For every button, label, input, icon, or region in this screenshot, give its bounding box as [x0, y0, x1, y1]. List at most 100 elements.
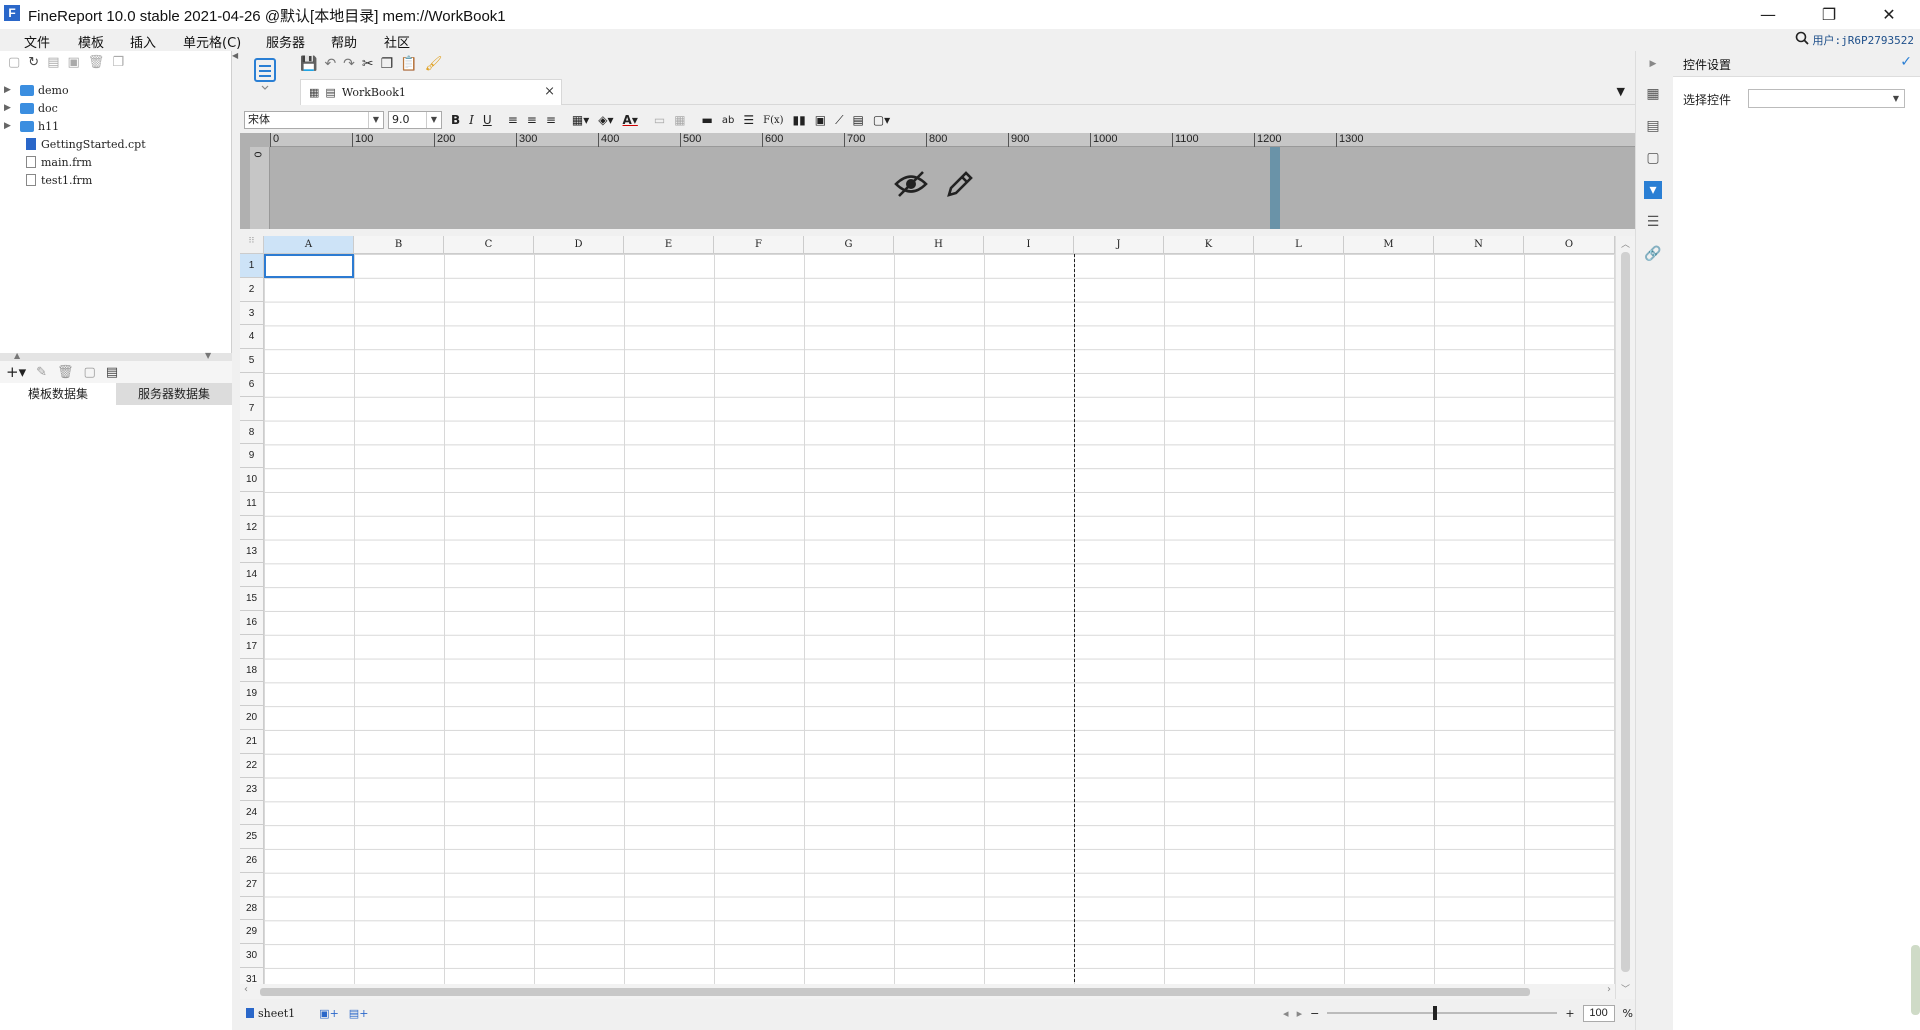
- row-header-9[interactable]: 9: [240, 444, 264, 469]
- insert-float-icon[interactable]: ▢▾: [873, 113, 890, 127]
- column-header-d[interactable]: D: [534, 236, 624, 254]
- row-header-7[interactable]: 7: [240, 396, 264, 421]
- column-header-l[interactable]: L: [1254, 236, 1344, 254]
- row-header-5[interactable]: 5: [240, 349, 264, 373]
- align-right-icon[interactable]: ≡: [546, 113, 556, 127]
- hide-parameter-icon[interactable]: [893, 169, 929, 202]
- search-icon[interactable]: [1795, 31, 1809, 49]
- expand-arrow-icon[interactable]: ▶: [4, 85, 14, 95]
- font-color-icon[interactable]: A▾: [623, 113, 638, 127]
- save-icon[interactable]: 💾: [300, 56, 317, 72]
- insert-chart-icon[interactable]: ▮▮: [793, 113, 806, 127]
- zoom-value-input[interactable]: 100: [1582, 1004, 1615, 1022]
- refresh-icon[interactable]: ↻: [28, 55, 39, 70]
- cut-icon[interactable]: ✂: [362, 56, 374, 72]
- border-icon[interactable]: ▦▾: [572, 113, 589, 127]
- zoom-in-button[interactable]: +: [1565, 1007, 1574, 1020]
- row-header-10[interactable]: 10: [240, 468, 264, 492]
- delete-icon[interactable]: 🗑: [88, 55, 105, 70]
- dataset-settings-icon[interactable]: ▤: [106, 365, 118, 380]
- row-header-16[interactable]: 16: [240, 611, 264, 635]
- redo-icon[interactable]: ↷: [343, 56, 355, 72]
- row-header-6[interactable]: 6: [240, 373, 264, 397]
- open-icon[interactable]: ▤: [47, 55, 59, 70]
- paste-icon[interactable]: 📋: [400, 56, 417, 72]
- user-name[interactable]: 用户:jR6P2793522: [1813, 32, 1914, 48]
- add-aggregate-sheet-icon[interactable]: ▤+: [349, 1007, 369, 1020]
- row-header-24[interactable]: 24: [240, 801, 264, 826]
- column-header-f[interactable]: F: [714, 236, 804, 254]
- row-header-20[interactable]: 20: [240, 706, 264, 730]
- tab-template-dataset[interactable]: 模板数据集: [0, 383, 116, 405]
- row-header-27[interactable]: 27: [240, 872, 264, 897]
- panel-splitter[interactable]: ▲ ▼: [0, 351, 232, 361]
- add-dataset-icon[interactable]: +▾: [6, 363, 26, 381]
- menu-community[interactable]: 社区: [384, 32, 410, 51]
- menu-cell[interactable]: 单元格(C): [183, 32, 241, 51]
- preview-icon[interactable]: ▢: [84, 365, 96, 380]
- chevron-down-icon[interactable]: ▼: [1888, 90, 1904, 107]
- add-report-sheet-icon[interactable]: ▣+: [319, 1007, 339, 1020]
- delete-dataset-icon[interactable]: 🗑: [57, 365, 74, 380]
- horizontal-scrollbar[interactable]: ‹ ›: [240, 984, 1615, 999]
- scroll-left-icon[interactable]: ‹: [244, 984, 248, 995]
- vertical-scrollbar[interactable]: ︿ ﹀: [1615, 236, 1635, 999]
- selected-cell[interactable]: [264, 254, 354, 278]
- align-left-icon[interactable]: ≡: [508, 113, 518, 127]
- column-header-k[interactable]: K: [1164, 236, 1254, 254]
- column-header-a[interactable]: A: [264, 236, 354, 254]
- scroll-right-icon[interactable]: ›: [1607, 984, 1611, 995]
- column-header-o[interactable]: O: [1524, 236, 1615, 254]
- menu-template[interactable]: 模板: [78, 32, 104, 51]
- edit-icon[interactable]: ✎: [36, 365, 47, 380]
- column-header-b[interactable]: B: [354, 236, 444, 254]
- spreadsheet-grid[interactable]: ⁝⁝ ABCDEFGHIJKLMNO 1 2 3 4 5 6 7 8 9 10 11 12 13 14 15…: [240, 236, 1635, 999]
- next-sheet-icon[interactable]: ▸: [1297, 1007, 1303, 1020]
- row-header-11[interactable]: 11: [240, 492, 264, 516]
- scroll-down-icon[interactable]: ﹀: [1621, 982, 1630, 995]
- row-header-21[interactable]: 21: [240, 730, 264, 754]
- tree-item[interactable]: ▶ h11: [0, 117, 59, 135]
- new-folder-icon[interactable]: ▢: [8, 55, 20, 70]
- column-header-h[interactable]: H: [894, 236, 984, 254]
- insert-formula-icon[interactable]: F(x): [763, 115, 783, 126]
- zoom-out-button[interactable]: −: [1310, 1007, 1319, 1020]
- select-widget-dropdown[interactable]: ▼: [1748, 89, 1905, 108]
- expand-arrow-icon[interactable]: ▶: [4, 121, 14, 131]
- edit-parameter-icon[interactable]: [945, 169, 975, 202]
- row-header-3[interactable]: 3: [240, 301, 264, 326]
- row-header-8[interactable]: 8: [240, 420, 264, 445]
- collapse-panel-icon[interactable]: ◀: [232, 51, 240, 73]
- row-header-30[interactable]: 30: [240, 944, 264, 968]
- tab-server-dataset[interactable]: 服务器数据集: [116, 383, 232, 405]
- copy-icon[interactable]: ❐: [112, 55, 124, 70]
- close-button[interactable]: ✕: [1860, 0, 1918, 29]
- insert-image-icon[interactable]: ▣: [815, 113, 826, 127]
- scroll-up-icon[interactable]: ︿: [1621, 237, 1630, 250]
- zoom-slider[interactable]: [1327, 1006, 1558, 1020]
- column-header-c[interactable]: C: [444, 236, 534, 254]
- restore-button[interactable]: ❐: [1800, 0, 1858, 29]
- split-cells-icon[interactable]: ▦: [674, 113, 685, 127]
- row-header-4[interactable]: 4: [240, 325, 264, 350]
- underline-button[interactable]: U: [483, 113, 492, 127]
- hyperlink-icon[interactable]: 🔗: [1644, 245, 1662, 263]
- row-header-29[interactable]: 29: [240, 920, 264, 945]
- row-header-22[interactable]: 22: [240, 753, 264, 778]
- row-header-17[interactable]: 17: [240, 634, 264, 659]
- cell-element-icon[interactable]: ▤: [1644, 117, 1662, 135]
- parameter-pane[interactable]: 0 100 200 300 400 500 600 700 800 900 10…: [240, 133, 1635, 229]
- tree-item[interactable]: ▶ doc: [0, 99, 58, 117]
- vertical-scroll-thumb[interactable]: [1621, 252, 1630, 972]
- sheet-tab[interactable]: sheet1 ▣+ ▤+: [246, 1004, 368, 1022]
- format-painter-icon[interactable]: 🖌: [425, 56, 443, 72]
- italic-button[interactable]: I: [469, 113, 474, 127]
- align-center-icon[interactable]: ≡: [527, 113, 537, 127]
- column-header-g[interactable]: G: [804, 236, 894, 254]
- insert-string-icon[interactable]: ab: [722, 115, 734, 126]
- tab-list-icon[interactable]: ▼: [1617, 85, 1625, 98]
- row-header-15[interactable]: 15: [240, 587, 264, 611]
- column-header-n[interactable]: N: [1434, 236, 1524, 254]
- prev-sheet-icon[interactable]: ◂: [1283, 1007, 1289, 1020]
- column-header-i[interactable]: I: [984, 236, 1074, 254]
